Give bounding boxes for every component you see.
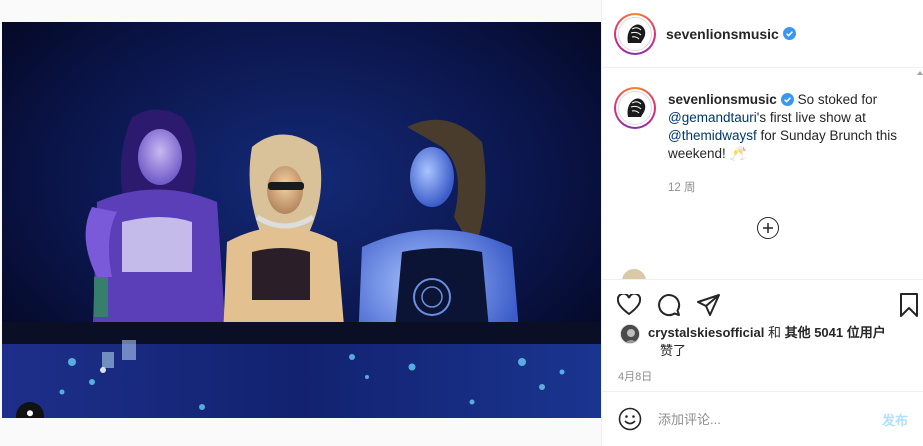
carousel-indicator bbox=[100, 367, 106, 373]
emoji-button[interactable] bbox=[618, 407, 642, 431]
liker-avatar-image bbox=[621, 325, 639, 343]
plus-circle-icon bbox=[763, 223, 773, 233]
lion-logo-icon bbox=[627, 24, 646, 43]
like-button[interactable] bbox=[616, 292, 642, 318]
heart-icon bbox=[617, 294, 641, 316]
comment-input[interactable] bbox=[658, 411, 868, 427]
emoji-icon bbox=[618, 407, 642, 431]
comments-scrollbar[interactable] bbox=[916, 69, 923, 279]
instagram-post: sevenlionsmusic sevenlionsmusic So stoke… bbox=[0, 0, 923, 446]
caption-time-ago[interactable]: 12 周 bbox=[668, 179, 696, 195]
likes-summary: crystalskiesofficial 和 其他 5041 位用户赞了 bbox=[620, 324, 923, 360]
next-comment-avatar bbox=[622, 269, 646, 279]
post-actions: crystalskiesofficial 和 其他 5041 位用户赞了 4月8… bbox=[602, 279, 923, 391]
caption-text: sevenlionsmusic So stoked for @gemandtau… bbox=[668, 87, 906, 163]
likes-suffix: 赞了 bbox=[660, 343, 687, 358]
likes-conjunction: 和 bbox=[764, 325, 785, 340]
action-bar bbox=[616, 292, 918, 320]
comment-button[interactable] bbox=[656, 292, 682, 318]
post-date[interactable]: 4月8日 bbox=[618, 368, 652, 384]
load-more-comments-button[interactable] bbox=[757, 217, 779, 239]
likes-others-link[interactable]: 其他 5041 位用户 bbox=[785, 325, 886, 340]
post-photo[interactable] bbox=[2, 22, 601, 418]
caption-text-part: So stoked for bbox=[793, 92, 878, 107]
verified-badge-icon bbox=[780, 93, 794, 106]
caption-avatar[interactable] bbox=[614, 87, 656, 129]
header-avatar[interactable] bbox=[614, 12, 656, 55]
add-comment-bar: 发布 bbox=[602, 391, 923, 446]
mention-link[interactable]: @themidwaysf bbox=[668, 128, 757, 143]
post-side-panel: sevenlionsmusic sevenlionsmusic So stoke… bbox=[601, 0, 923, 446]
scroll-up-arrow[interactable] bbox=[917, 71, 923, 75]
post-header: sevenlionsmusic bbox=[602, 0, 923, 68]
caption-username[interactable]: sevenlionsmusic bbox=[668, 92, 777, 107]
liker-username[interactable]: crystalskiesofficial bbox=[648, 325, 764, 340]
comment-icon bbox=[658, 294, 681, 317]
verified-badge-icon bbox=[782, 27, 796, 40]
dj-performance-image bbox=[2, 22, 601, 418]
comments-area[interactable]: sevenlionsmusic So stoked for @gemandtau… bbox=[602, 69, 923, 279]
caption: sevenlionsmusic So stoked for @gemandtau… bbox=[614, 87, 909, 163]
user-tag-icon bbox=[27, 410, 33, 417]
caption-text-part: 's first live show at bbox=[756, 110, 866, 125]
share-icon bbox=[697, 294, 720, 316]
header-username[interactable]: sevenlionsmusic bbox=[666, 26, 779, 42]
save-button[interactable] bbox=[896, 292, 922, 318]
post-comment-button[interactable]: 发布 bbox=[882, 410, 908, 429]
likes-text: crystalskiesofficial 和 其他 5041 位用户赞了 bbox=[648, 324, 923, 360]
share-button[interactable] bbox=[696, 292, 722, 318]
mention-link[interactable]: @gemandtauri bbox=[668, 110, 757, 125]
liker-avatar[interactable] bbox=[620, 324, 640, 344]
lion-logo-icon bbox=[627, 98, 646, 117]
bookmark-icon bbox=[900, 293, 918, 317]
